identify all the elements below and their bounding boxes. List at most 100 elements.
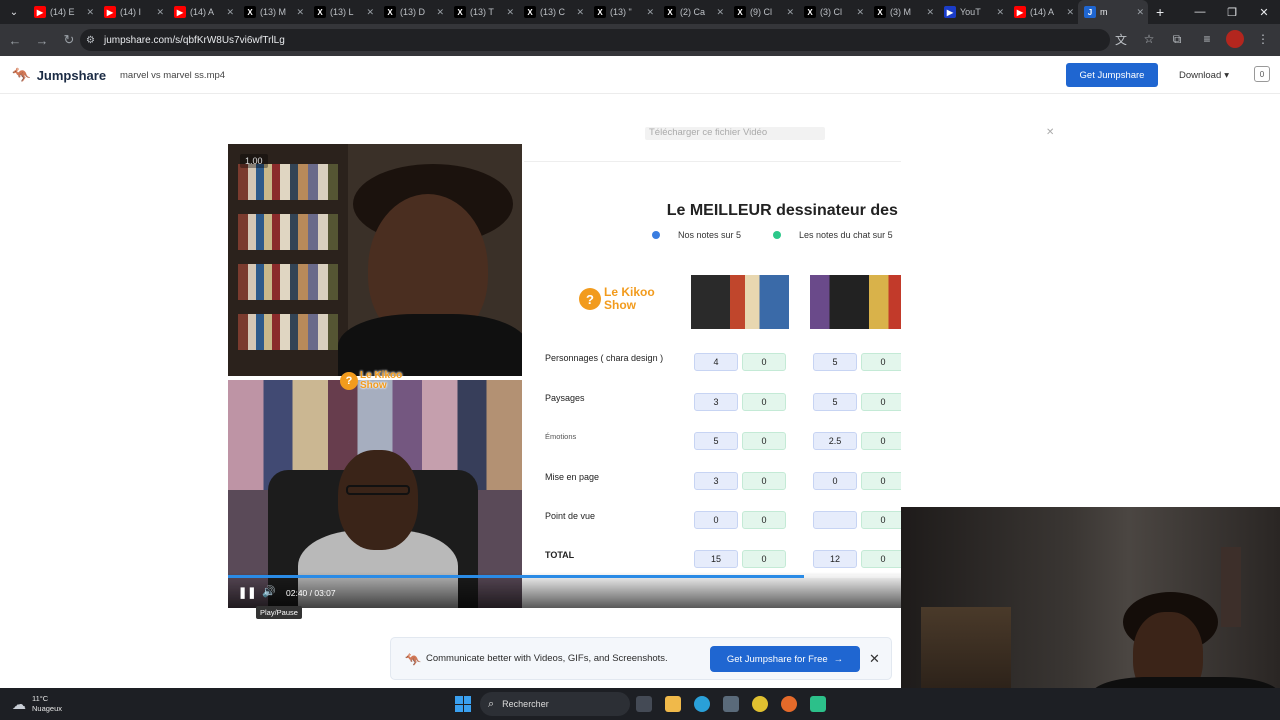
app-icon[interactable] — [810, 696, 826, 712]
browser-tab[interactable]: ▶ (14) I ✕ — [98, 0, 168, 24]
jumpshare-logo[interactable]: 🦘 Jumpshare — [12, 66, 106, 84]
close-tab-icon[interactable]: ✕ — [716, 7, 724, 18]
taskbar-search-label: Rechercher — [502, 699, 549, 709]
our-score-cell: 3 — [694, 472, 738, 490]
x-icon: X — [314, 6, 326, 18]
store-icon[interactable] — [723, 696, 739, 712]
chrome-icon[interactable] — [752, 696, 768, 712]
browser-tab[interactable]: ▶ (14) E ✕ — [28, 0, 98, 24]
progress-bar[interactable] — [228, 575, 901, 578]
close-tab-icon[interactable]: ✕ — [226, 7, 234, 18]
close-tab-icon[interactable]: ✕ — [86, 7, 94, 18]
promo-text: Communicate better with Videos, GIFs, an… — [426, 653, 668, 664]
profile-avatar[interactable] — [1226, 30, 1244, 48]
reload-icon[interactable]: ↻ — [57, 28, 81, 52]
tab-label: (14) A — [1030, 7, 1055, 17]
firefox-icon[interactable] — [781, 696, 797, 712]
close-tab-icon[interactable]: ✕ — [996, 7, 1004, 18]
criterion-label: Point de vue — [545, 511, 596, 521]
close-tab-icon[interactable]: ✕ — [156, 7, 164, 18]
close-tab-icon[interactable]: ✕ — [926, 7, 934, 18]
close-tab-icon[interactable]: ✕ — [646, 7, 654, 18]
promo-banner: 🦘 Communicate better with Videos, GIFs, … — [390, 637, 892, 680]
browser-tab[interactable]: X (13) L ✕ — [308, 0, 378, 24]
youtube-icon: ▶ — [944, 6, 956, 18]
slide-title: Le MEILLEUR dessinateur des 3 — [666, 202, 901, 219]
close-tab-icon[interactable]: ✕ — [1066, 7, 1074, 18]
close-window-icon[interactable]: ✕ — [1248, 0, 1280, 24]
extensions-icon[interactable]: ⧉ — [1166, 28, 1188, 50]
get-jumpshare-button[interactable]: Get Jumpshare — [1066, 63, 1158, 87]
close-tab-icon[interactable]: ✕ — [296, 7, 304, 18]
new-tab-button[interactable]: + — [1156, 4, 1164, 20]
taskbar-search[interactable]: ⌕ Rechercher — [480, 692, 630, 716]
tab-label: (13) L — [330, 7, 354, 17]
our-score-cell: 3 — [694, 393, 738, 411]
blue-dot-icon — [652, 231, 660, 239]
x-icon: X — [664, 6, 676, 18]
our-score-cell — [813, 511, 857, 529]
close-tab-icon[interactable]: ✕ — [1136, 7, 1144, 18]
browser-tab[interactable]: X (13) C ✕ — [518, 0, 588, 24]
browser-tab[interactable]: X (13) T ✕ — [448, 0, 518, 24]
media-icon[interactable]: ≡ — [1196, 28, 1218, 50]
edge-icon[interactable] — [694, 696, 710, 712]
translate-icon[interactable]: 文 — [1110, 28, 1132, 50]
browser-tab[interactable]: X (13) M ✕ — [238, 0, 308, 24]
room-lamp — [1221, 547, 1241, 627]
speed-chip: 1.00 — [240, 154, 268, 168]
browser-tab[interactable]: ▶ (14) A ✕ — [168, 0, 238, 24]
browser-tab[interactable]: Jm ✕ — [1078, 0, 1148, 24]
close-tab-icon[interactable]: ✕ — [436, 7, 444, 18]
browser-tab[interactable]: X (13) " ✕ — [588, 0, 658, 24]
restore-icon[interactable]: ❐ — [1216, 0, 1248, 24]
volume-icon[interactable]: 🔊 — [262, 585, 276, 599]
browser-tab[interactable]: X (9) Cl ✕ — [728, 0, 798, 24]
x-icon: X — [594, 6, 606, 18]
download-label: Download — [1178, 69, 1222, 81]
file-explorer-icon[interactable] — [665, 696, 681, 712]
comments-button[interactable]: 0 — [1254, 66, 1270, 82]
close-hint-icon[interactable]: ✕ — [1046, 127, 1054, 138]
task-view-icon[interactable] — [636, 696, 652, 712]
site-info-icon[interactable]: ⚙ — [86, 35, 104, 46]
back-icon[interactable]: ← — [3, 28, 27, 52]
close-tab-icon[interactable]: ✕ — [576, 7, 584, 18]
windows-start-icon[interactable] — [455, 696, 471, 712]
browser-tab[interactable]: ▶ (14) A ✕ — [1008, 0, 1078, 24]
menu-kebab-icon[interactable]: ⋮ — [1252, 28, 1274, 50]
tab-search-icon[interactable]: ⌄ — [0, 0, 28, 24]
close-tab-icon[interactable]: ✕ — [506, 7, 514, 18]
pause-icon[interactable]: ❚❚ — [238, 586, 256, 600]
browser-tab[interactable]: X (3) M ✕ — [868, 0, 938, 24]
chat-score-cell: 0 — [742, 353, 786, 371]
download-video-hint[interactable]: Télécharger ce fichier Vidéo — [645, 127, 825, 140]
minimize-icon[interactable]: — — [1184, 0, 1216, 24]
browser-tab[interactable]: X (13) D ✕ — [378, 0, 448, 24]
browser-tab[interactable]: X (3) Cl ✕ — [798, 0, 868, 24]
tab-label: (9) Cl — [750, 7, 772, 17]
youtube-icon: ▶ — [104, 6, 116, 18]
forward-icon[interactable]: → — [30, 28, 54, 52]
omnibox[interactable]: ⚙ jumpshare.com/s/qbfKrW8Us7vi6wfTrlLg — [80, 29, 1110, 51]
omnibox-actions: 文 ☆ — [1110, 28, 1160, 50]
our-score-cell: 0 — [694, 511, 738, 529]
weather-widget[interactable]: ☁ 11°C Nuageux — [12, 694, 62, 714]
kangaroo-icon: 🦘 — [12, 67, 31, 84]
close-tab-icon[interactable]: ✕ — [786, 7, 794, 18]
webcam-top-feed: 1.00 — [228, 144, 522, 376]
url-text[interactable]: jumpshare.com/s/qbfKrW8Us7vi6wfTrlLg — [104, 35, 285, 46]
close-banner-icon[interactable]: ✕ — [869, 651, 880, 667]
close-tab-icon[interactable]: ✕ — [366, 7, 374, 18]
chat-score-cell: 0 — [861, 432, 901, 450]
video-player[interactable]: 1.00 ? Le Kikoo Show Le MEILLEUR dessinat… — [228, 144, 901, 608]
close-tab-icon[interactable]: ✕ — [856, 7, 864, 18]
toolbar-right: ⧉ ≡ ⋮ — [1166, 28, 1274, 50]
get-jumpshare-free-button[interactable]: Get Jumpshare for Free → — [710, 646, 860, 672]
download-button[interactable]: Download ▾ — [1168, 63, 1240, 87]
search-icon: ⌕ — [488, 697, 495, 710]
bookmark-star-icon[interactable]: ☆ — [1138, 28, 1160, 50]
browser-tab[interactable]: X (2) Ca ✕ — [658, 0, 728, 24]
browser-tab[interactable]: ▶ YouT ✕ — [938, 0, 1008, 24]
chat-score-cell: 0 — [742, 472, 786, 490]
